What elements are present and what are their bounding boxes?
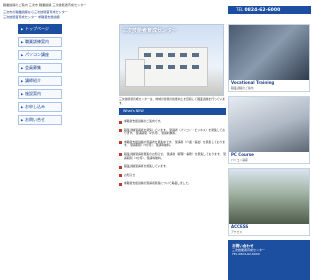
header: 職業訓練のご案内 三次市 職業訓練 三次技能者育成センター 三次市の職業訓練なら… [3,0,333,21]
arrow-icon: ▶ [21,92,24,96]
contact-line: TEL 0824-62-6000 [232,252,260,256]
news-item[interactable]: 職業訓練受講者を募集しています。 [119,165,226,169]
news-item[interactable]: 求職者支援訓練のご案内です。 [119,119,226,124]
tel-box: TEL 0824-62-6000 [228,6,311,14]
arrow-icon: ▶ [21,79,24,83]
news-item-text: 職業訓練受講者募集のお知らせ。 受講者（経理・事務）を募集しております。 受講期… [124,151,226,160]
sidebar-item-instructors[interactable]: ▶ 講師紹介 [18,76,62,86]
sidebar-item-label: 講師紹介 [25,78,41,83]
sidebar-item-label: パソコン講座 [25,52,49,57]
news-item-text: 職業訓練受講者を募集しています。 [124,164,169,169]
sidebar-item-label: お問い合せ [25,117,45,122]
right-column: Vocational Training 職業訓練のご案内 PC Course パ… [228,24,310,280]
news-item[interactable]: 職業訓練受講者募集のお知らせ。 受講者（経理・事務）を募集しております。 受講期… [119,151,226,160]
arrow-icon: ▶ [21,66,24,70]
bullet-icon [119,120,122,124]
hero-caption: 三次技能者育成センター [122,28,178,34]
training-photo [229,25,309,80]
window-shape [180,53,187,57]
promo-pc-course[interactable]: PC Course パソコン講座 [228,96,310,164]
news-item-text: お知らせ [124,172,136,177]
news-item-text: 求職者支援訓練のご案内です。 [124,119,163,123]
bullet-icon [119,141,122,145]
window-shape [156,53,163,57]
sidebar-item-label: お申し込み [25,104,45,109]
arrow-icon: ▶ [21,27,24,31]
news-section: What's NEW 求職者支援訓練のご案内です。 職業訓練受講者を募集していま… [119,108,226,280]
sidebar-item-members[interactable]: ▶ 会員募集 [18,63,62,73]
news-heading: What's NEW [119,108,226,115]
sidebar-item-contact[interactable]: ▶ お問い合せ [18,115,62,125]
window-shape [180,65,187,69]
building-wing-shape [125,59,145,87]
news-item-text: 職業訓練受講者を募集しています。 受講者（パソコン・ビジネス）を募集しております… [124,127,226,136]
sidebar-item-apply[interactable]: ▶ お申し込み [18,102,62,112]
window-shape [168,65,175,69]
bullet-icon [119,153,122,157]
header-link-2[interactable]: 三次技能者育成センター 求職者支援訓練 [3,15,60,19]
sidebar-nav: ▶ トップページ ▶ 職業訓練案内 ▶ パソコン講座 ▶ 会員募集 ▶ 講師紹介 ▶ 施設案… [18,24,62,128]
sidebar-item-top[interactable]: ▶ トップページ [18,24,62,34]
tel-number[interactable]: 0824-62-6000 [244,8,280,13]
promo-access[interactable]: ACCESS アクセス [228,168,310,236]
header-link[interactable]: 三次市の職業訓練なら三次技能者育成センター [3,10,68,14]
window-shape [156,65,163,69]
bullet-icon [119,165,122,169]
sidebar-item-label: 施設案内 [25,91,41,96]
promo-subtitle: 職業訓練のご案内 [231,86,254,90]
news-item-text: 求職者支援訓練の受講者募集について掲載しました。 [124,181,192,186]
hero-description: 三次技能者育成センターは、地域の皆様の技能向上を目指して職業訓練を行っています。 [119,97,226,105]
window-shape [192,53,199,57]
contact-box[interactable]: お問い合わせ 三次技能者育成センター TEL 0824-62-6000 [228,240,310,280]
window-shape [144,53,151,57]
sidebar-item-training[interactable]: ▶ 職業訓練案内 [18,37,62,47]
arrow-icon: ▶ [21,118,24,122]
window-shape [168,53,175,57]
pc-photo [229,97,309,152]
arrow-icon: ▶ [21,105,24,109]
bullet-icon [119,129,122,133]
sidebar-item-pc-course[interactable]: ▶ パソコン講座 [18,50,62,60]
window-shape [144,65,151,69]
promo-vocational-training[interactable]: Vocational Training 職業訓練のご案内 [228,24,310,92]
promo-subtitle: パソコン講座 [231,158,248,162]
sidebar-item-label: 会員募集 [25,65,41,70]
road-photo [229,169,309,224]
header-intro: 職業訓練のご案内 三次市 職業訓練 三次技能者育成センター [3,3,87,7]
window-shape [192,65,199,69]
news-item-text: 求職者支援訓練の受講者を募集中です。 受講者（介護・福祉）を募集しております。 … [124,139,226,148]
news-item[interactable]: 求職者支援訓練の受講者募集について掲載しました。 [119,182,226,186]
arrow-icon: ▶ [21,53,24,57]
hero-image: 三次技能者育成センター [119,24,224,96]
sidebar-item-facilities[interactable]: ▶ 施設案内 [18,89,62,99]
bullet-icon [119,182,122,186]
bullet-icon [119,174,122,178]
news-item[interactable]: 求職者支援訓練の受講者を募集中です。 受講者（介護・福祉）を募集しております。 … [119,139,226,148]
arrow-icon: ▶ [21,40,24,44]
sidebar-item-label: 職業訓練案内 [25,39,49,44]
promo-subtitle: アクセス [231,230,243,234]
tel-label: TEL [236,7,244,12]
sidebar-item-label: トップページ [25,26,49,31]
news-item[interactable]: 職業訓練受講者を募集しています。 受講者（パソコン・ビジネス）を募集しております… [119,127,226,136]
news-item[interactable]: お知らせ [119,172,226,178]
